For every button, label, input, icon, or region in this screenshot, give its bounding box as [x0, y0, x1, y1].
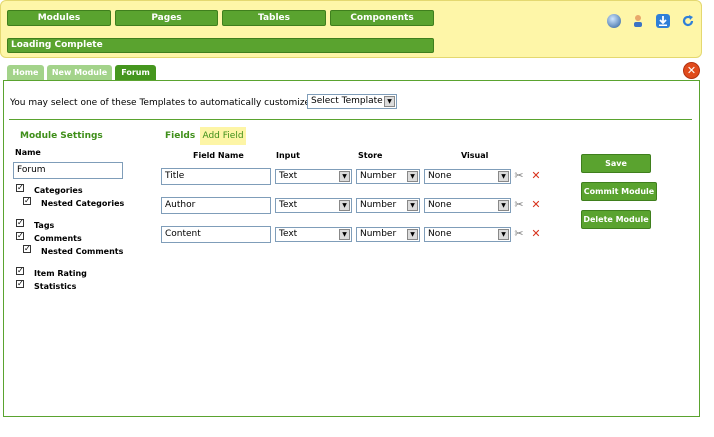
input-type-select[interactable]: Text ▼: [275, 198, 352, 213]
dropdown-arrow-icon: ▼: [407, 229, 418, 240]
visual-type-select[interactable]: None ▼: [424, 198, 511, 213]
store-type-select[interactable]: Number ▼: [356, 169, 420, 184]
nav-tables-button[interactable]: Tables: [222, 10, 326, 26]
visual-type-select[interactable]: None ▼: [424, 227, 511, 242]
store-type-value: Number: [360, 200, 397, 210]
store-type-select[interactable]: Number ▼: [356, 227, 420, 242]
dropdown-arrow-icon: ▼: [498, 229, 509, 240]
commit-module-button[interactable]: Commit Module: [581, 182, 657, 201]
visual-type-value: None: [428, 171, 452, 181]
delete-module-button[interactable]: Delete Module: [581, 210, 651, 229]
top-toolbar: Modules Pages Tables Components Loading …: [0, 0, 702, 58]
column-header-field-name: Field Name: [193, 151, 244, 160]
column-header-store: Store: [358, 151, 383, 160]
dropdown-arrow-icon: ▼: [339, 171, 350, 182]
input-type-value: Text: [279, 171, 298, 181]
item-rating-checkbox[interactable]: ✓: [16, 267, 24, 275]
field-name-input[interactable]: Title: [161, 168, 271, 185]
edit-tools-icon[interactable]: ✂: [513, 199, 525, 211]
nav-pages-button[interactable]: Pages: [115, 10, 218, 26]
field-name-input[interactable]: Author: [161, 197, 271, 214]
tags-label: Tags: [34, 221, 55, 230]
template-select[interactable]: Select Template ▼: [307, 94, 397, 109]
nested-categories-label: Nested Categories: [41, 199, 125, 208]
categories-checkbox[interactable]: ✓: [16, 184, 24, 192]
input-type-value: Text: [279, 200, 298, 210]
save-button[interactable]: Save: [581, 154, 651, 173]
edit-tools-icon[interactable]: ✂: [513, 228, 525, 240]
statistics-checkbox[interactable]: ✓: [16, 280, 24, 288]
store-type-select[interactable]: Number ▼: [356, 198, 420, 213]
categories-label: Categories: [34, 186, 83, 195]
users-icon[interactable]: [631, 14, 645, 28]
refresh-icon[interactable]: [681, 14, 695, 28]
column-header-input: Input: [276, 151, 300, 160]
store-type-value: Number: [360, 171, 397, 181]
tab-new-module[interactable]: New Module: [47, 65, 112, 80]
tags-checkbox[interactable]: ✓: [16, 219, 24, 227]
item-rating-label: Item Rating: [34, 269, 87, 278]
nested-comments-checkbox[interactable]: ✓: [23, 245, 31, 253]
statistics-label: Statistics: [34, 282, 77, 291]
dropdown-arrow-icon: ▼: [407, 171, 418, 182]
visual-type-value: None: [428, 200, 452, 210]
module-settings-heading: Module Settings: [20, 131, 103, 141]
nested-categories-checkbox[interactable]: ✓: [23, 197, 31, 205]
dropdown-arrow-icon: ▼: [339, 200, 350, 211]
module-name-input[interactable]: Forum: [13, 162, 123, 179]
comments-label: Comments: [34, 234, 82, 243]
dropdown-arrow-icon: ▼: [384, 96, 395, 107]
name-label: Name: [15, 148, 41, 157]
close-icon[interactable]: ✕: [683, 62, 700, 79]
visual-type-select[interactable]: None ▼: [424, 169, 511, 184]
delete-field-icon[interactable]: ✕: [530, 170, 542, 182]
column-header-visual: Visual: [461, 151, 489, 160]
template-instructions: You may select one of these Templates to…: [10, 98, 352, 108]
status-bar: Loading Complete: [7, 38, 434, 53]
dropdown-arrow-icon: ▼: [498, 200, 509, 211]
nav-modules-button[interactable]: Modules: [7, 10, 111, 26]
input-type-value: Text: [279, 229, 298, 239]
add-field-button[interactable]: Add Field: [200, 127, 246, 145]
field-name-input[interactable]: Content: [161, 226, 271, 243]
input-type-select[interactable]: Text ▼: [275, 227, 352, 242]
dropdown-arrow-icon: ▼: [339, 229, 350, 240]
nav-components-button[interactable]: Components: [330, 10, 434, 26]
visual-type-value: None: [428, 229, 452, 239]
delete-field-icon[interactable]: ✕: [530, 228, 542, 240]
dropdown-arrow-icon: ▼: [498, 171, 509, 182]
template-select-value: Select Template: [311, 96, 383, 106]
tab-forum[interactable]: Forum: [115, 65, 156, 81]
store-type-value: Number: [360, 229, 397, 239]
comments-checkbox[interactable]: ✓: [16, 232, 24, 240]
delete-field-icon[interactable]: ✕: [530, 199, 542, 211]
edit-tools-icon[interactable]: ✂: [513, 170, 525, 182]
dropdown-arrow-icon: ▼: [407, 200, 418, 211]
globe-icon[interactable]: [607, 14, 621, 28]
tab-home[interactable]: Home: [7, 65, 44, 80]
input-type-select[interactable]: Text ▼: [275, 169, 352, 184]
fields-heading: Fields: [165, 131, 196, 141]
nested-comments-label: Nested Comments: [41, 247, 124, 256]
divider: [9, 119, 692, 120]
download-icon[interactable]: [656, 14, 670, 28]
